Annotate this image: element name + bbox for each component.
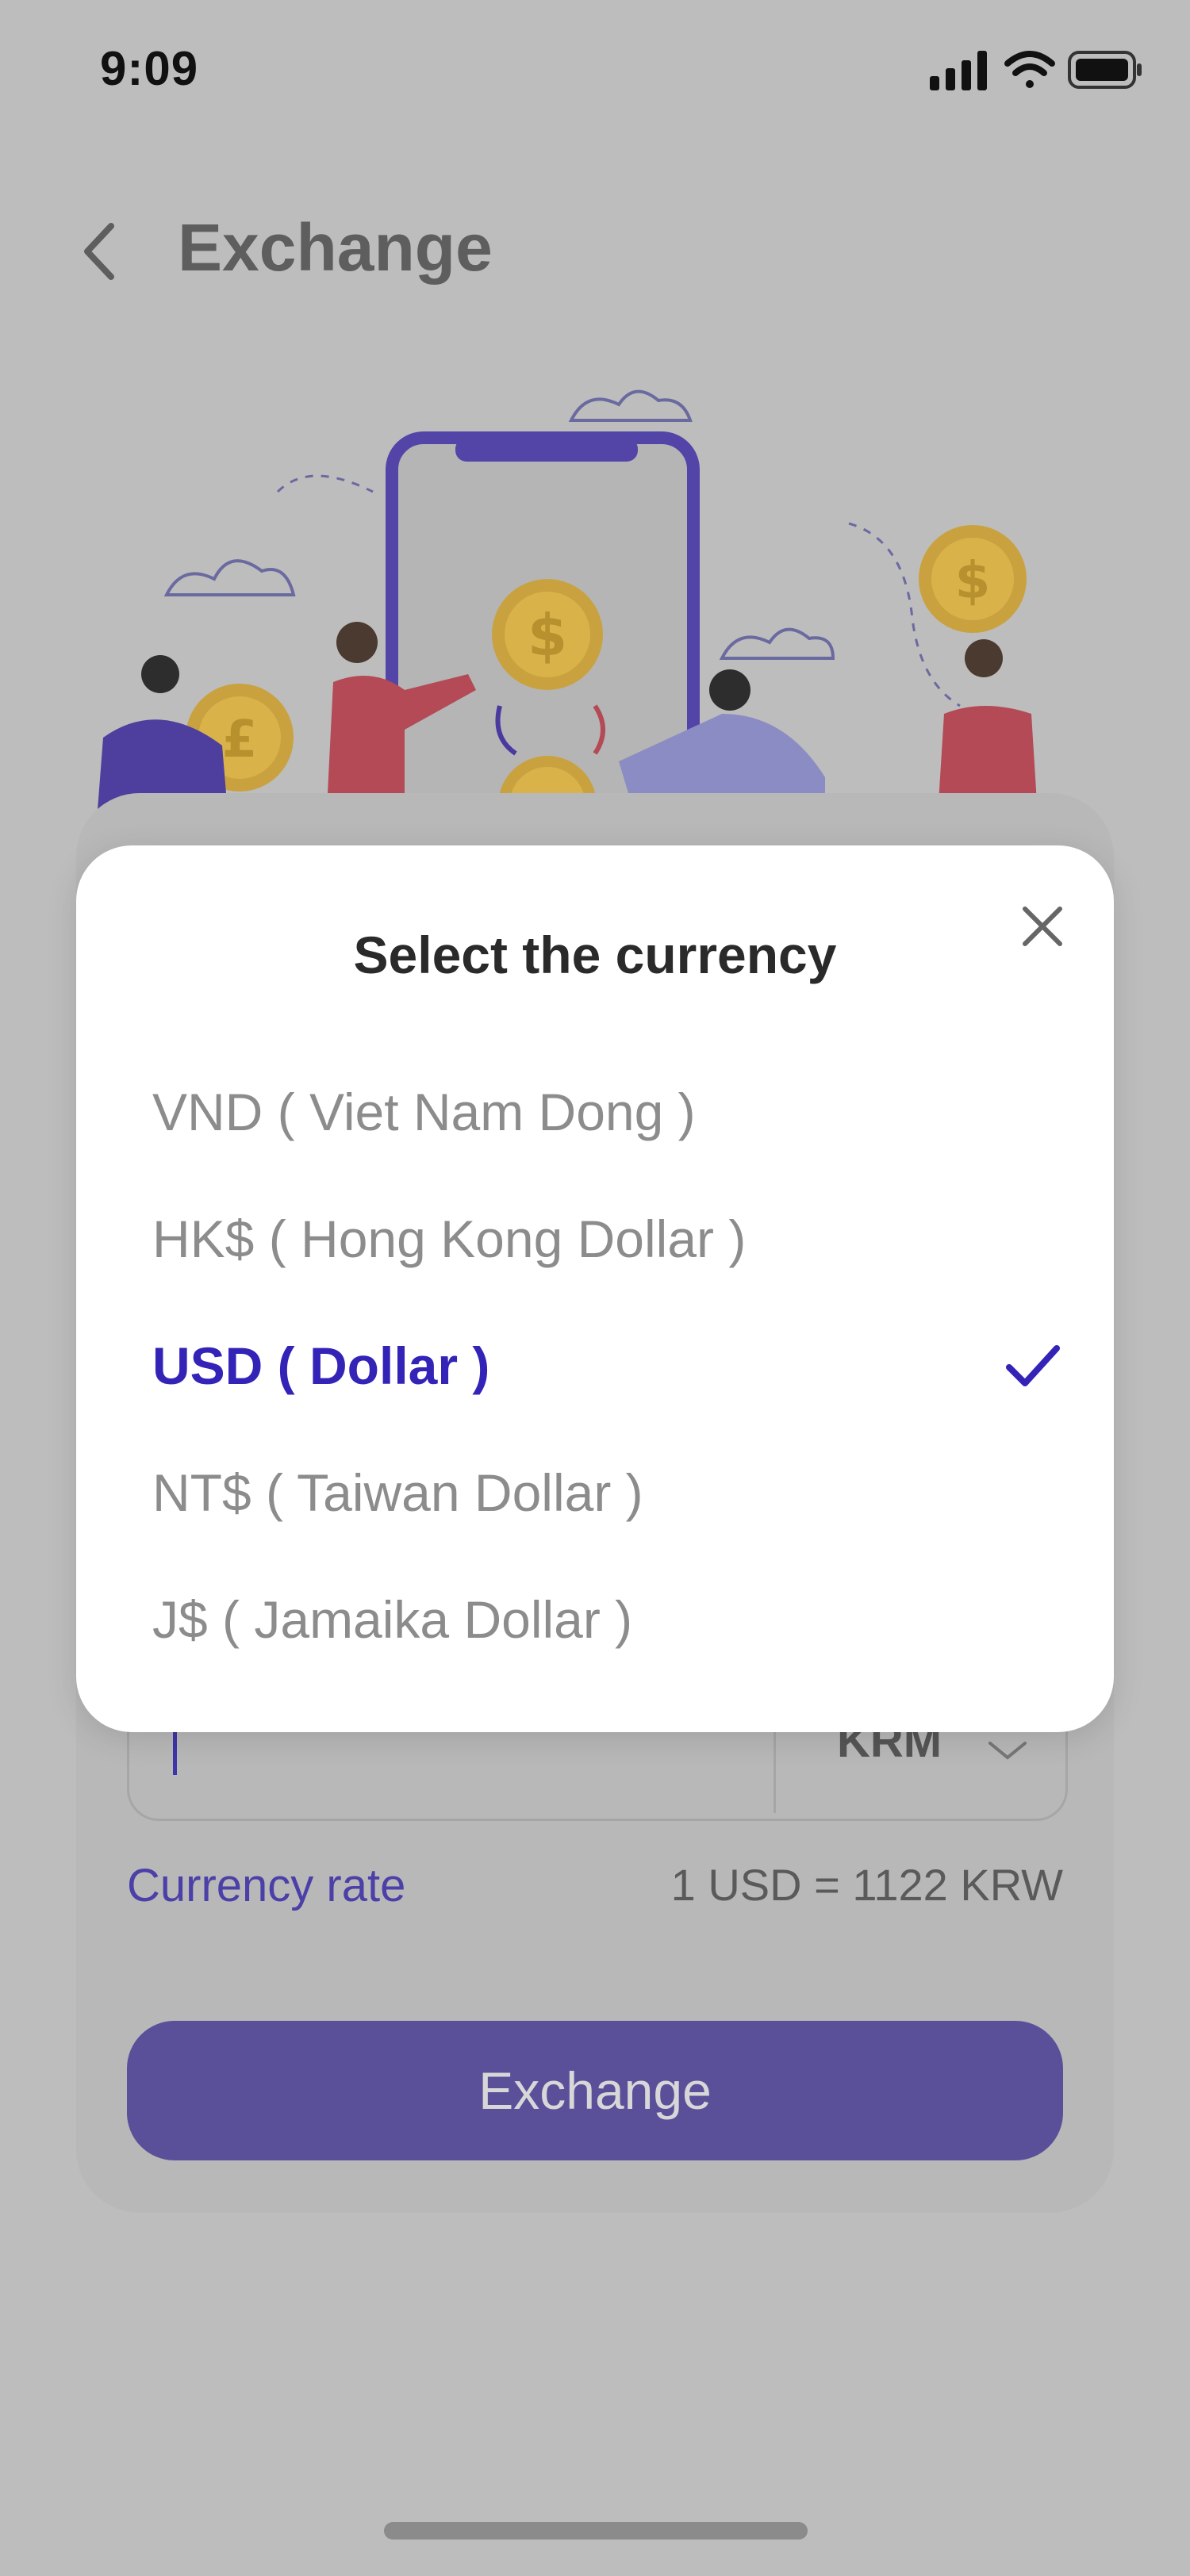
chevron-down-icon[interactable]: [984, 1737, 1031, 1777]
page-title: Exchange: [178, 210, 493, 285]
wifi-icon: [1004, 51, 1055, 88]
currency-option-jmd[interactable]: J$ ( Jamaika Dollar ): [152, 1580, 1065, 1659]
svg-text:$: $: [528, 602, 567, 669]
svg-text:£: £: [222, 711, 258, 769]
currency-option-hkd[interactable]: HK$ ( Hong Kong Dollar ): [152, 1199, 1065, 1278]
option-label: HK$ ( Hong Kong Dollar ): [152, 1209, 747, 1268]
battery-icon: [1068, 51, 1142, 89]
currency-option-usd[interactable]: USD ( Dollar ): [152, 1326, 1065, 1405]
status-icons: [930, 46, 1144, 94]
home-indicator[interactable]: [384, 2522, 808, 2540]
currency-option-ntd[interactable]: NT$ ( Taiwan Dollar ): [152, 1453, 1065, 1532]
currency-option-vnd[interactable]: VND ( Viet Nam Dong ): [152, 1072, 1065, 1152]
option-label: VND ( Viet Nam Dong ): [152, 1083, 696, 1141]
currency-select-modal: Select the currency VND ( Viet Nam Dong …: [76, 845, 1114, 1732]
close-icon: [1023, 907, 1062, 946]
chevron-left-icon: [84, 223, 114, 280]
currency-rate-label: Currency rate: [127, 1860, 406, 1911]
checkmark-icon: [1006, 1345, 1060, 1386]
exchange-illustration: $ £ $: [71, 365, 1103, 857]
modal-title: Select the currency: [353, 926, 837, 984]
svg-text:$: $: [955, 552, 991, 611]
option-label: NT$ ( Taiwan Dollar ): [152, 1463, 643, 1522]
option-label: J$ ( Jamaika Dollar ): [152, 1590, 633, 1649]
close-button[interactable]: [1009, 893, 1076, 960]
option-label: USD ( Dollar ): [152, 1336, 490, 1395]
currency-rate-value: 1 USD = 1122 KRW: [670, 1860, 1063, 1910]
signal-icon: [930, 51, 987, 90]
exchange-button[interactable]: Exchange: [127, 2021, 1063, 2160]
back-button[interactable]: [71, 216, 127, 287]
status-time: 9:09: [100, 42, 199, 95]
